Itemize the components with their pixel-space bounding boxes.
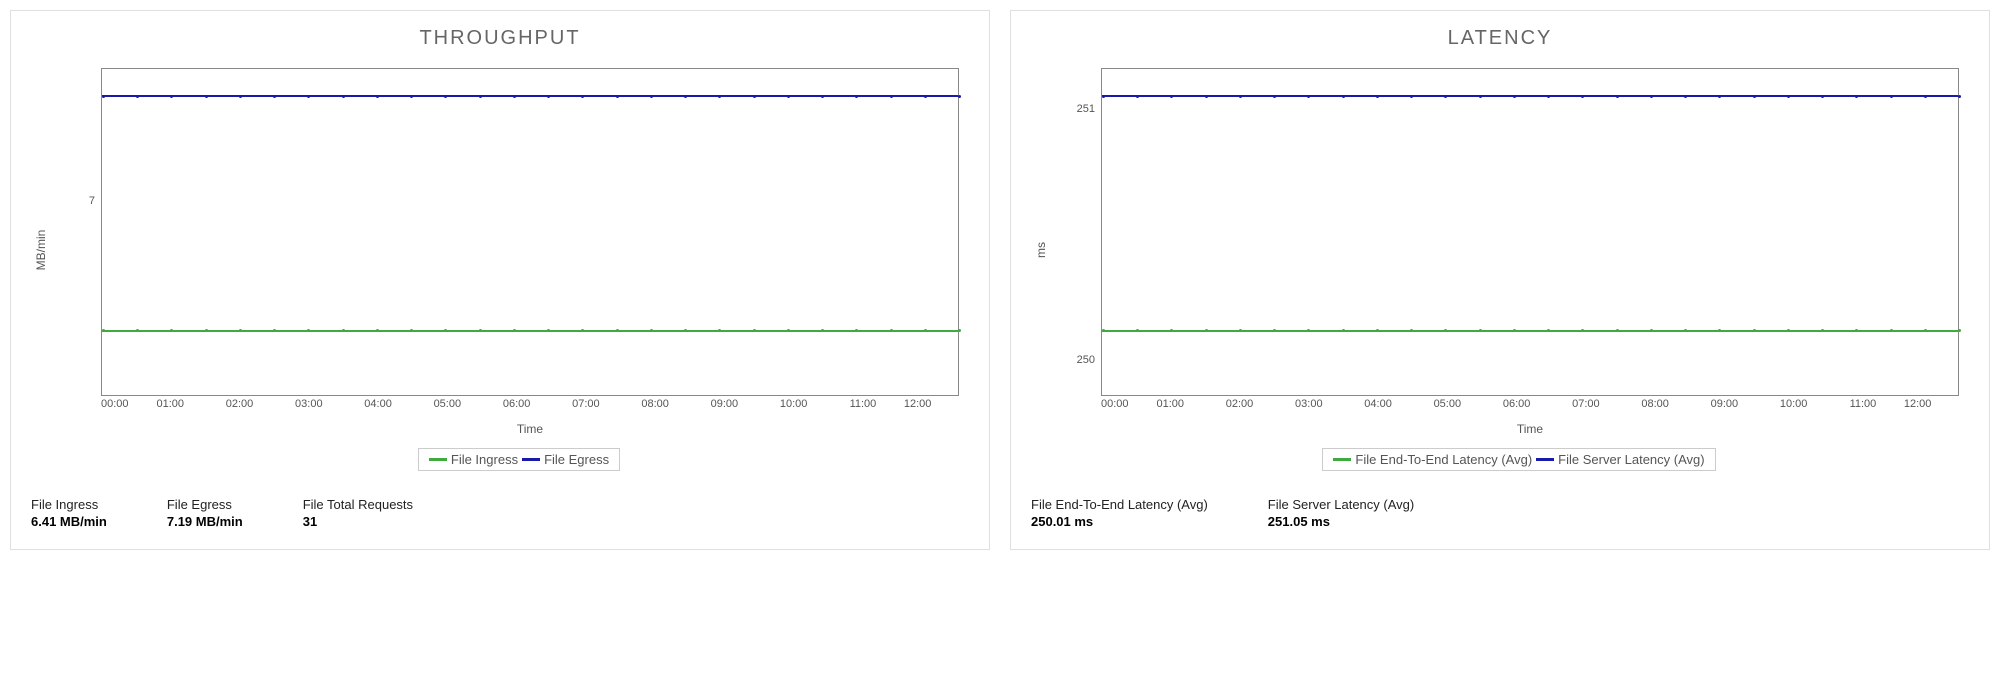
chart-throughput: MB/min 7 00:0001:0002:0003:0004:0005:000…	[69, 60, 969, 440]
legend-swatch-icon	[1333, 458, 1351, 461]
x-tick: 05:00	[434, 398, 462, 416]
series-server-latency	[1102, 95, 1958, 97]
x-tick: 09:00	[711, 398, 739, 416]
x-axis-label: Time	[1101, 422, 1959, 436]
x-tick: 04:00	[364, 398, 392, 416]
stat-label: File Server Latency (Avg)	[1268, 497, 1414, 512]
series-e2e-latency	[1102, 330, 1958, 332]
x-tick: 07:00	[572, 398, 600, 416]
legend-label: File Ingress	[451, 452, 518, 467]
stat-value: 6.41 MB/min	[31, 514, 107, 529]
x-axis-ticks: 00:00 01:00 02:00 03:00 04:00 05:00 06:00 07:00…	[101, 398, 959, 416]
legend-item: File End-To-End Latency (Avg)	[1333, 452, 1532, 467]
x-tick: 00:00	[101, 398, 129, 416]
stat-block: File End-To-End Latency (Avg) 250.01 ms	[1031, 497, 1208, 529]
x-axis-ticks: 00:00 01:00 02:00 03:00 04:00 05:00 06:00 07:00…	[1101, 398, 1959, 416]
stat-block: File Ingress 6.41 MB/min	[31, 497, 107, 529]
x-tick: 07:00	[1572, 398, 1600, 416]
panel-latency: LATENCY ms 251 250 00:0001:0002:0003:000…	[1010, 10, 1990, 550]
x-tick: 05:00	[1434, 398, 1462, 416]
y-tick: 251	[1077, 103, 1101, 115]
x-tick: 11:00	[1850, 398, 1877, 416]
y-axis-label: ms	[1034, 242, 1048, 258]
series-file-ingress	[102, 330, 958, 332]
stat-label: File Ingress	[31, 497, 107, 512]
legend-item: File Ingress	[429, 452, 518, 467]
legend-item: File Egress	[522, 452, 609, 467]
stat-label: File Total Requests	[303, 497, 413, 512]
stat-value: 250.01 ms	[1031, 514, 1208, 529]
stat-value: 251.05 ms	[1268, 514, 1414, 529]
stats-row: File End-To-End Latency (Avg) 250.01 ms …	[1031, 497, 1969, 529]
stat-label: File End-To-End Latency (Avg)	[1031, 497, 1208, 512]
x-tick: 06:00	[503, 398, 531, 416]
x-tick: 06:00	[1503, 398, 1531, 416]
panel-throughput: THROUGHPUT MB/min 7 00:00 01:00 02:00 03:00…	[10, 10, 990, 550]
legend-swatch-icon	[1536, 458, 1554, 461]
x-tick: 10:00	[780, 398, 808, 416]
stat-value: 7.19 MB/min	[167, 514, 243, 529]
x-tick: 11:00	[850, 398, 877, 416]
legend-label: File End-To-End Latency (Avg)	[1355, 452, 1532, 467]
legend-swatch-icon	[522, 458, 540, 461]
legend-item: File Server Latency (Avg)	[1536, 452, 1704, 467]
x-tick: 00:00	[1101, 398, 1129, 416]
stat-block: File Egress 7.19 MB/min	[167, 497, 243, 529]
x-tick: 02:00	[226, 398, 254, 416]
x-tick: 03:00	[295, 398, 323, 416]
x-tick: 01:00	[157, 398, 185, 416]
x-tick: 12:00	[1904, 398, 1932, 416]
stats-row: File Ingress 6.41 MB/min File Egress 7.1…	[31, 497, 969, 529]
x-tick: 02:00	[1226, 398, 1254, 416]
x-tick: 03:00	[1295, 398, 1323, 416]
dashboard: THROUGHPUT MB/min 7 00:00 01:00 02:00 03:00…	[10, 10, 1990, 550]
x-tick: 12:00	[904, 398, 932, 416]
x-tick: 08:00	[641, 398, 669, 416]
x-axis-label: Time	[101, 422, 959, 436]
plot-area	[1101, 68, 1959, 396]
stat-value: 31	[303, 514, 413, 529]
chart-legend: File Ingress File Egress	[69, 448, 969, 471]
legend-box: File Ingress File Egress	[418, 448, 620, 471]
legend-label: File Server Latency (Avg)	[1558, 452, 1704, 467]
legend-label: File Egress	[544, 452, 609, 467]
x-tick: 01:00	[1157, 398, 1185, 416]
y-tick: 7	[89, 195, 101, 207]
plot-area	[101, 68, 959, 396]
panel-title: LATENCY	[1031, 27, 1969, 50]
stat-label: File Egress	[167, 497, 243, 512]
series-file-egress	[102, 95, 958, 97]
x-tick: 04:00	[1364, 398, 1392, 416]
y-tick: 250	[1077, 354, 1101, 366]
stat-block: File Total Requests 31	[303, 497, 413, 529]
x-tick: 09:00	[1711, 398, 1739, 416]
chart-legend: File End-To-End Latency (Avg) File Serve…	[1069, 448, 1969, 471]
stat-block: File Server Latency (Avg) 251.05 ms	[1268, 497, 1414, 529]
x-tick: 10:00	[1780, 398, 1808, 416]
legend-swatch-icon	[429, 458, 447, 461]
legend-box: File End-To-End Latency (Avg) File Serve…	[1322, 448, 1715, 471]
x-tick: 08:00	[1641, 398, 1669, 416]
chart-latency: ms 251 250 00:0001:0002:0003:0004:0005:0…	[1069, 60, 1969, 440]
panel-title: THROUGHPUT	[31, 27, 969, 50]
y-axis-label: MB/min	[34, 230, 48, 271]
